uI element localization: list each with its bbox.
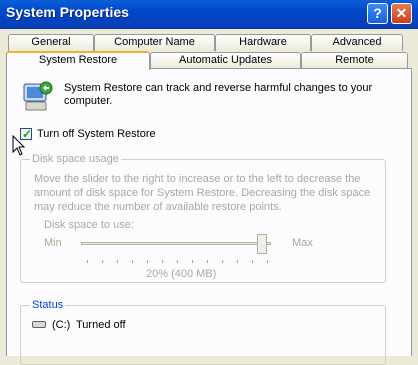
disk-space-label: Disk space to use:	[44, 219, 134, 231]
mouse-pointer-icon	[12, 135, 26, 156]
tab-hardware[interactable]: Hardware	[215, 34, 311, 51]
tab-computer-name[interactable]: Computer Name	[94, 34, 215, 51]
slider-tick	[177, 260, 178, 263]
slider-tick	[117, 260, 118, 263]
tab-automatic-updates[interactable]: Automatic Updates	[150, 52, 301, 69]
slider-tick	[252, 260, 253, 263]
drive-status: Turned off	[76, 319, 126, 331]
system-restore-icon	[23, 81, 53, 111]
slider-tick	[87, 260, 88, 263]
window-title: System Properties	[6, 4, 129, 20]
max-label: Max	[292, 237, 313, 249]
tab-remote[interactable]: Remote	[301, 52, 408, 69]
status-group-title: Status	[30, 299, 66, 311]
slider-thumb[interactable]	[256, 234, 267, 254]
help-button[interactable]: ?	[367, 3, 388, 24]
slider-tick	[132, 260, 133, 263]
close-button[interactable]: ✕	[391, 3, 412, 24]
disk-space-slider[interactable]	[81, 242, 271, 245]
disk-space-value: 20% (400 MB)	[146, 268, 217, 280]
min-label: Min	[44, 237, 62, 249]
slider-tick	[102, 260, 103, 263]
restore-description: System Restore can track and reverse har…	[64, 82, 373, 107]
title-bar: System Properties ? ✕	[0, 0, 418, 29]
drive-letter: (C:)	[52, 319, 71, 331]
disk-space-group-title: Disk space usage	[30, 153, 121, 165]
tab-advanced[interactable]: Advanced	[311, 34, 403, 51]
tab-system-restore[interactable]: System Restore	[6, 51, 150, 70]
slider-tick	[237, 260, 238, 263]
status-group	[20, 305, 386, 365]
turn-off-restore-label[interactable]: Turn off System Restore	[37, 128, 156, 140]
slider-tick	[162, 260, 163, 263]
slider-tick	[207, 260, 208, 263]
slider-tick	[222, 260, 223, 263]
slider-tick	[192, 260, 193, 263]
tab-general[interactable]: General	[8, 34, 94, 51]
slider-tick	[147, 260, 148, 263]
drive-icon	[32, 321, 46, 328]
disk-space-description: Move the slider to the right to increase…	[34, 173, 371, 213]
slider-tick	[267, 260, 268, 263]
